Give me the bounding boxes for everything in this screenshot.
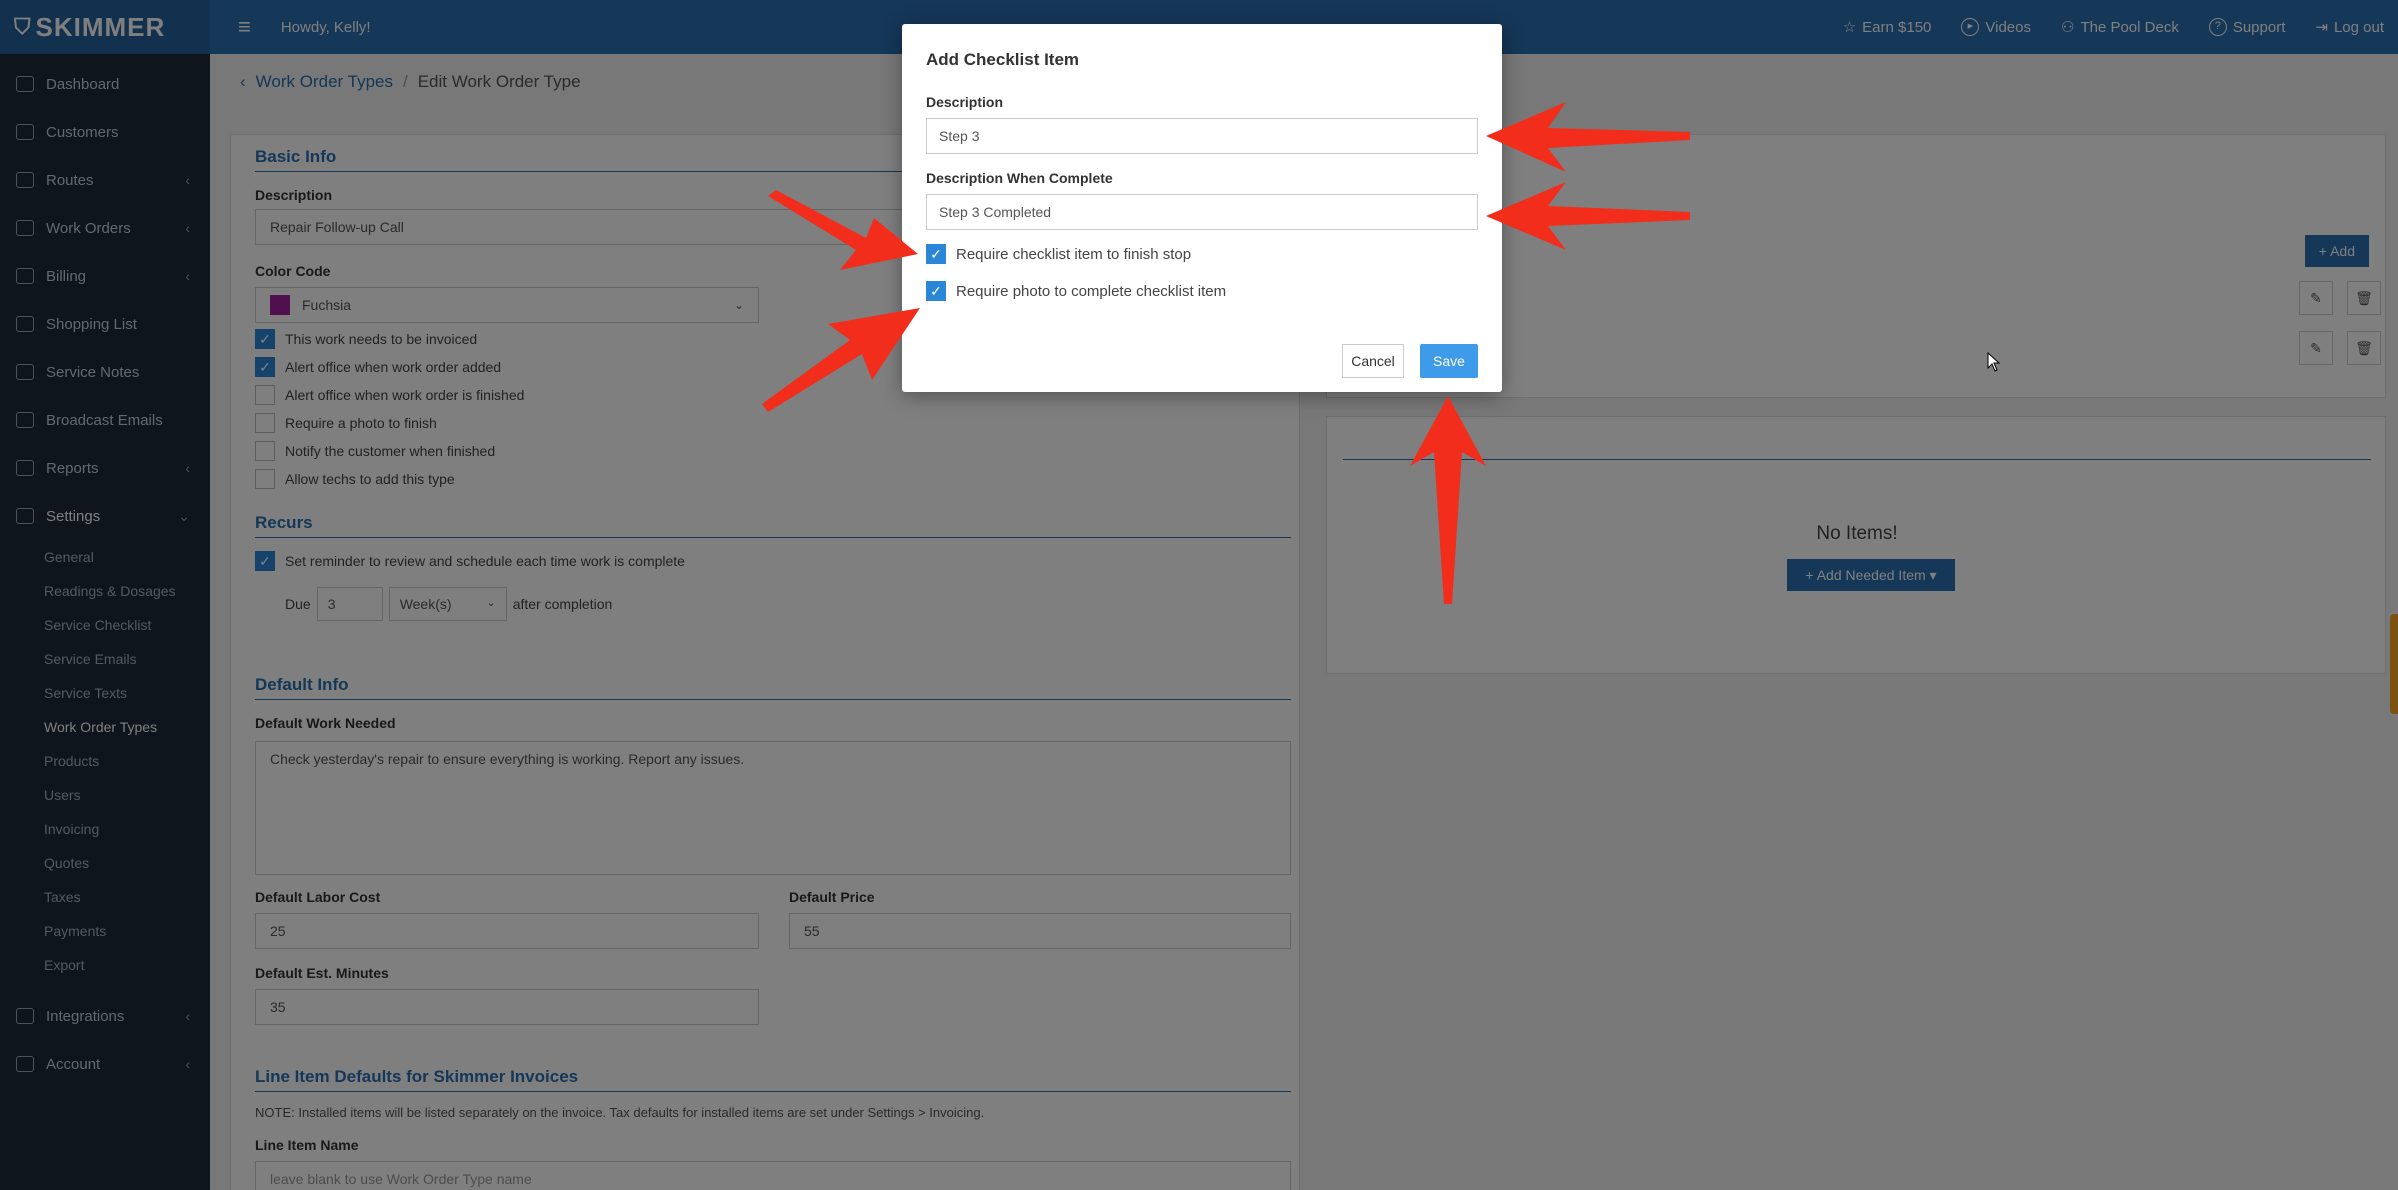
annotation-arrows: [762, 102, 1690, 604]
arrow-annotation: [1486, 102, 1690, 172]
arrow-annotation: [1486, 182, 1690, 250]
arrow-annotation: [1410, 396, 1486, 604]
mouse-cursor-icon: [1987, 352, 2001, 372]
arrow-annotation: [762, 308, 920, 412]
arrow-annotation: [768, 190, 918, 270]
